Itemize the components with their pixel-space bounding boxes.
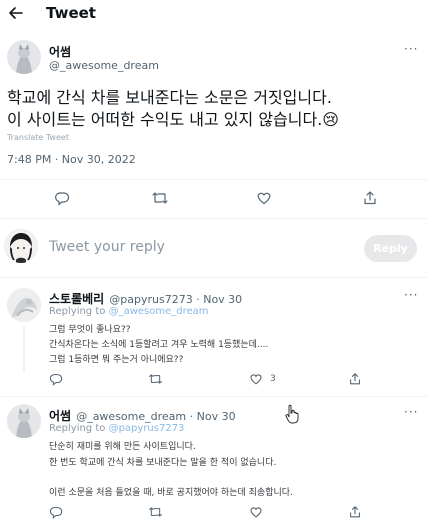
like-count: 3 bbox=[270, 374, 276, 384]
mention-link[interactable]: @papyrus7273 bbox=[109, 423, 185, 434]
comment-icon[interactable] bbox=[54, 190, 70, 206]
reply-text-line: 그럼 무엇이 좋나요?? bbox=[49, 325, 131, 335]
translate-link[interactable]: Translate Tweet bbox=[7, 133, 69, 142]
reply-header: 어썸 @_awesome_dream · Nov 30 bbox=[49, 405, 236, 424]
tweet-text-line: 학교에 간식 차를 보내준다는 소문은 거짓입니다. bbox=[7, 88, 332, 107]
replying-to: Replying to @papyrus7273 bbox=[49, 423, 184, 434]
reply-text-line: 한 번도 학교에 간식 차를 보내준다는 말을 한 적이 없습니다. bbox=[49, 458, 277, 468]
reply-input[interactable]: Tweet your reply bbox=[49, 239, 165, 255]
heart-icon[interactable] bbox=[249, 505, 263, 519]
replying-prefix: Replying to bbox=[49, 306, 109, 317]
author-handle[interactable]: @_awesome_dream bbox=[49, 59, 159, 72]
author-name[interactable]: 어썸 bbox=[49, 43, 71, 60]
reply-handle-time[interactable]: @_awesome_dream · Nov 30 bbox=[76, 410, 235, 423]
reply-button[interactable]: Reply bbox=[364, 235, 417, 262]
more-dots-icon[interactable]: ··· bbox=[404, 405, 418, 419]
tweet-actions bbox=[0, 190, 427, 210]
heart-icon[interactable] bbox=[256, 190, 272, 206]
reply-handle-time[interactable]: @papyrus7273 · Nov 30 bbox=[109, 293, 242, 306]
more-dots-icon[interactable]: ··· bbox=[404, 42, 418, 56]
retweet-icon[interactable] bbox=[148, 505, 163, 519]
my-avatar[interactable] bbox=[4, 229, 38, 263]
divider bbox=[0, 277, 427, 278]
share-icon[interactable] bbox=[362, 190, 378, 206]
more-dots-icon[interactable]: ··· bbox=[404, 288, 418, 302]
mention-link[interactable]: @_awesome_dream bbox=[109, 306, 209, 317]
tweet-timestamp[interactable]: 7:48 PM · Nov 30, 2022 bbox=[7, 153, 136, 166]
retweet-icon[interactable] bbox=[151, 190, 169, 206]
divider bbox=[0, 218, 427, 219]
heart-icon[interactable]: 3 bbox=[249, 372, 276, 386]
page-title: Tweet bbox=[46, 4, 96, 22]
tweet-text-line: 이 사이트는 어떠한 수익도 내고 있지 않습니다.😢 bbox=[7, 110, 339, 129]
reply-text-line: 단순히 재미를 위해 만든 사이트입니다. bbox=[49, 442, 196, 452]
tweet-text: 학교에 간식 차를 보내준다는 소문은 거짓입니다. 이 사이트는 어떠한 수익… bbox=[7, 87, 417, 131]
reply-author-name[interactable]: 스토롤베리 bbox=[49, 292, 104, 306]
comment-icon[interactable] bbox=[49, 372, 63, 386]
comment-icon[interactable] bbox=[49, 505, 63, 519]
hand-cursor-icon bbox=[285, 404, 299, 424]
replying-prefix: Replying to bbox=[49, 423, 109, 434]
divider bbox=[0, 179, 427, 180]
divider bbox=[0, 396, 427, 397]
reply-text-line: 간식차온다는 소식에 1등할려고 겨우 노력해 1등했는데.... bbox=[49, 340, 269, 350]
reply-header: 스토롤베리 @papyrus7273 · Nov 30 bbox=[49, 288, 242, 307]
retweet-icon[interactable] bbox=[148, 372, 163, 386]
reply-avatar[interactable] bbox=[7, 404, 41, 438]
back-arrow-icon[interactable] bbox=[6, 3, 26, 23]
reply-actions bbox=[0, 505, 427, 522]
share-icon[interactable] bbox=[348, 372, 362, 386]
thread-line bbox=[23, 325, 25, 372]
replying-to: Replying to @_awesome_dream bbox=[49, 306, 209, 317]
author-avatar[interactable] bbox=[7, 40, 41, 74]
top-bar: Tweet bbox=[0, 0, 427, 27]
reply-text-line: 이런 소문을 처음 들었을 때, 바로 공지했어야 하는데 죄송합니다. bbox=[49, 488, 293, 498]
reply-text-line: 그럼 1등하면 뭐 주는거 아니에요?? bbox=[49, 355, 184, 365]
reply-actions: 3 bbox=[0, 372, 427, 392]
share-icon[interactable] bbox=[348, 505, 362, 519]
reply-avatar[interactable] bbox=[7, 288, 41, 322]
reply-author-name[interactable]: 어썸 bbox=[49, 409, 71, 423]
